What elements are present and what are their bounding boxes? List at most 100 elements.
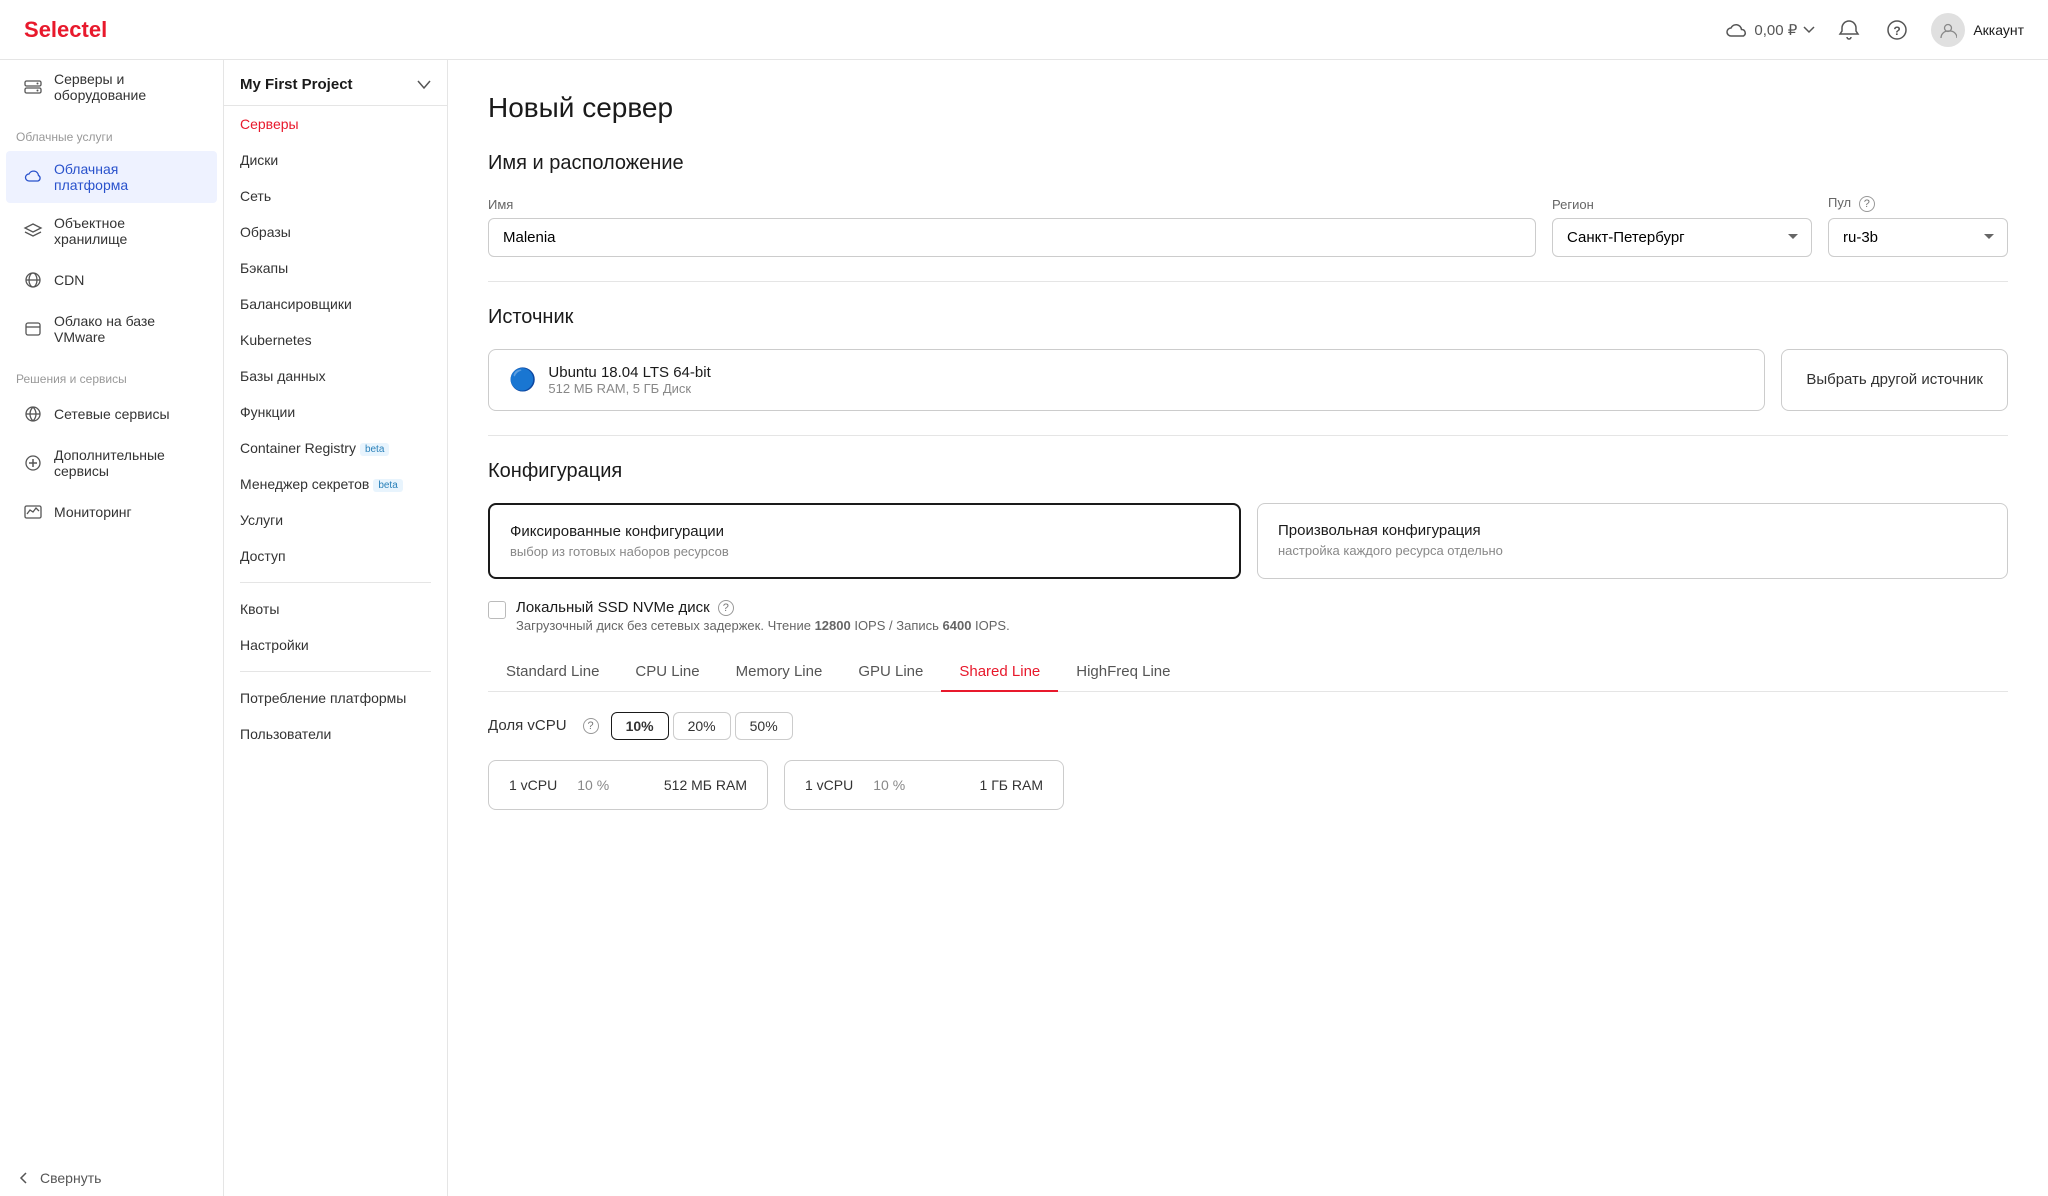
project-header[interactable]: My First Project (224, 60, 447, 106)
source-card[interactable]: 🔵 Ubuntu 18.04 LTS 64-bit 512 МБ RAM, 5 … (488, 349, 1765, 411)
notifications-icon[interactable] (1835, 16, 1863, 44)
mid-nav-databases[interactable]: Базы данных (224, 358, 447, 394)
vcpu-btn-10[interactable]: 10% (611, 712, 669, 740)
ssd-sub-text1: Загрузочный диск без сетевых задержек. Ч… (516, 618, 815, 633)
sidebar-item-monitoring[interactable]: Мониторинг (6, 491, 217, 533)
mid-nav-container-registry[interactable]: Container Registry beta (224, 430, 447, 466)
tab-memory[interactable]: Memory Line (718, 653, 841, 692)
avatar (1931, 13, 1965, 47)
pool-group: Пул ? ru-3b (1828, 195, 2008, 257)
mid-nav-platform-consumption[interactable]: Потребление платформы (224, 680, 447, 716)
source-row: 🔵 Ubuntu 18.04 LTS 64-bit 512 МБ RAM, 5 … (488, 349, 2008, 411)
region-group: Регион Санкт-Петербург (1552, 197, 1812, 257)
ssd-checkbox[interactable] (488, 601, 506, 619)
vcpu-btn-20[interactable]: 20% (673, 712, 731, 740)
iops-read-unit: IOPS / Запись (851, 618, 943, 633)
container-registry-label: Container Registry (240, 440, 356, 456)
object-storage-icon (22, 220, 44, 242)
mid-nav-settings[interactable]: Настройки (224, 627, 447, 663)
sidebar-item-object[interactable]: Объектное хранилище (6, 205, 217, 257)
mid-nav-images[interactable]: Образы (224, 214, 447, 250)
pool-select[interactable]: ru-3b (1828, 218, 2008, 257)
mid-nav-kubernetes[interactable]: Kubernetes (224, 322, 447, 358)
sidebar-item-network-services[interactable]: Сетевые сервисы (6, 393, 217, 435)
source-os-icon: 🔵 (509, 367, 536, 393)
mid-nav-balancers[interactable]: Балансировщики (224, 286, 447, 322)
divider-1 (488, 281, 2008, 282)
header-right: 0,00 ₽ ? Аккаунт (1726, 13, 2024, 47)
region-label: Регион (1552, 197, 1812, 212)
name-group: Имя (488, 197, 1536, 257)
pool-help-icon[interactable]: ? (1859, 196, 1875, 212)
alt-source-button[interactable]: Выбрать другой источник (1781, 349, 2008, 411)
sidebar-item-extra[interactable]: Дополнительные сервисы (6, 437, 217, 489)
monitoring-label: Мониторинг (54, 504, 132, 520)
mid-nav-quotas[interactable]: Квоты (224, 591, 447, 627)
sidebar-item-servers[interactable]: Серверы и оборудование (6, 61, 217, 113)
header-cost[interactable]: 0,00 ₽ (1726, 21, 1815, 39)
mid-nav-users[interactable]: Пользователи (224, 716, 447, 752)
mid-nav-functions[interactable]: Функции (224, 394, 447, 430)
tab-cpu[interactable]: CPU Line (617, 653, 717, 692)
config-row: Фиксированные конфигурации выбор из гото… (488, 503, 2008, 579)
ssd-label: Локальный SSD NVMe диск (516, 599, 710, 616)
vcpu-btn-50[interactable]: 50% (735, 712, 793, 740)
container-registry-badge: beta (360, 443, 389, 456)
chevron-down-icon (1803, 26, 1815, 34)
mid-nav-disks[interactable]: Диски (224, 142, 447, 178)
mid-nav-services[interactable]: Услуги (224, 502, 447, 538)
server-cards: 1 vCPU 10 % 512 МБ RAM 1 vCPU 10 % 1 ГБ … (488, 760, 2008, 810)
ssd-help-icon[interactable]: ? (718, 600, 734, 616)
vmware-icon (22, 318, 44, 340)
object-storage-label: Объектное хранилище (54, 215, 201, 247)
iops-write-val: 6400 (943, 618, 972, 633)
server-card-1-ram: 1 ГБ RAM (980, 777, 1043, 793)
svg-text:?: ? (1894, 24, 1901, 38)
cloud-services-label: Облачные услуги (0, 114, 223, 150)
vcpu-buttons: 10% 20% 50% (611, 712, 793, 740)
cost-value: 0,00 ₽ (1754, 21, 1797, 39)
main-content: Новый сервер Имя и расположение Имя Реги… (448, 60, 2048, 1196)
cloud-platform-label: Облачнаяплатформа (54, 161, 128, 193)
account-button[interactable]: Аккаунт (1931, 13, 2024, 47)
mid-nav-backups[interactable]: Бэкапы (224, 250, 447, 286)
header: Selectel 0,00 ₽ ? Аккаунт (0, 0, 2048, 60)
server-card-1[interactable]: 1 vCPU 10 % 1 ГБ RAM (784, 760, 1064, 810)
sidebar-item-vmware[interactable]: Облако на базе VMware (6, 303, 217, 355)
page-title: Новый сервер (488, 92, 2008, 124)
vcpu-help-icon[interactable]: ? (583, 718, 599, 734)
vcpu-label: Доля vCPU (488, 717, 567, 734)
help-icon[interactable]: ? (1883, 16, 1911, 44)
vcpu-row: Доля vCPU ? 10% 20% 50% (488, 712, 2008, 740)
tab-shared[interactable]: Shared Line (941, 653, 1058, 692)
server-card-0[interactable]: 1 vCPU 10 % 512 МБ RAM (488, 760, 768, 810)
sidebar-item-cloud[interactable]: Облачнаяплатформа (6, 151, 217, 203)
custom-config-sub: настройка каждого ресурса отдельно (1278, 543, 1987, 558)
fixed-config-card[interactable]: Фиксированные конфигурации выбор из гото… (488, 503, 1241, 579)
sidebar-servers-label: Серверы и оборудование (54, 71, 201, 103)
tab-gpu[interactable]: GPU Line (840, 653, 941, 692)
mid-nav-servers[interactable]: Серверы (224, 106, 447, 142)
source-meta: 512 МБ RAM, 5 ГБ Диск (548, 381, 710, 396)
name-label: Имя (488, 197, 1536, 212)
tab-standard[interactable]: Standard Line (488, 653, 617, 692)
tab-highfreq[interactable]: HighFreq Line (1058, 653, 1188, 692)
server-card-1-pct: 10 % (873, 777, 905, 793)
secrets-badge: beta (373, 479, 402, 492)
mid-nav-secrets[interactable]: Менеджер секретовbeta (224, 466, 447, 502)
collapse-button[interactable]: Свернуть (0, 1160, 223, 1196)
name-input[interactable] (488, 218, 1536, 257)
solutions-label: Решения и сервисы (0, 356, 223, 392)
sidebar-item-cdn[interactable]: CDN (6, 259, 217, 301)
logo[interactable]: Selectel (24, 17, 107, 43)
region-select[interactable]: Санкт-Петербург (1552, 218, 1812, 257)
config-tabs: Standard Line CPU Line Memory Line GPU L… (488, 653, 2008, 692)
extra-services-icon (22, 452, 44, 474)
pool-label-text: Пул (1828, 195, 1851, 210)
server-card-0-ram: 512 МБ RAM (664, 777, 747, 793)
custom-config-title: Произвольная конфигурация (1278, 522, 1987, 539)
mid-nav-access[interactable]: Доступ (224, 538, 447, 574)
logo-rest: ectel (57, 17, 107, 42)
custom-config-card[interactable]: Произвольная конфигурация настройка кажд… (1257, 503, 2008, 579)
mid-nav-network[interactable]: Сеть (224, 178, 447, 214)
